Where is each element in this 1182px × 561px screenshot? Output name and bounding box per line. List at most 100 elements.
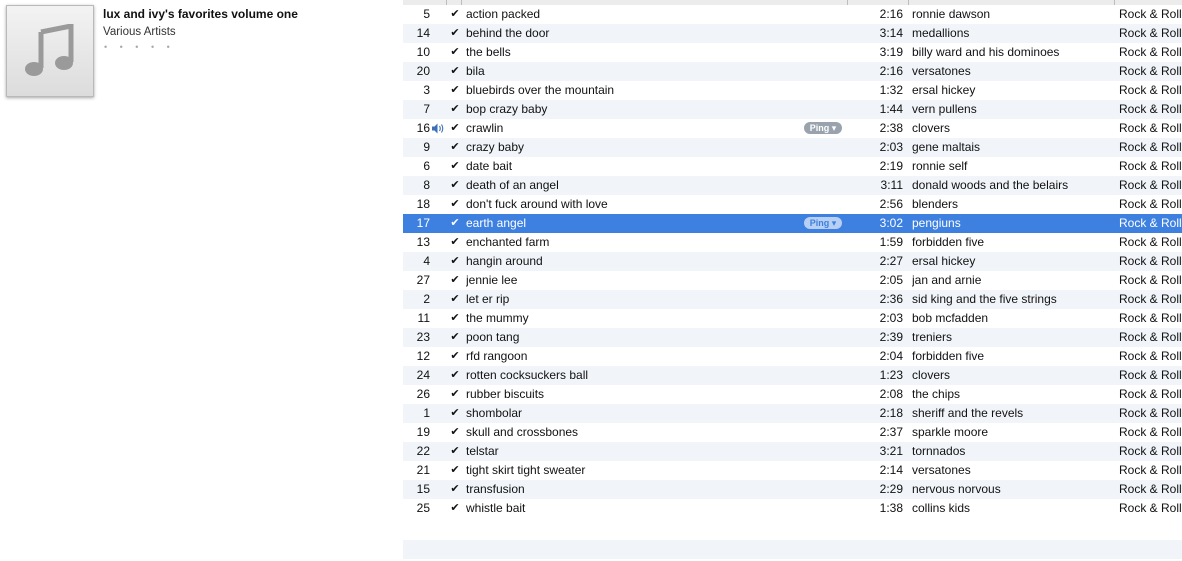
track-name: transfusion <box>466 482 525 496</box>
track-number: 7 <box>423 102 430 116</box>
track-checkbox[interactable]: ✔ <box>449 366 461 385</box>
album-info-pane: lux and ivy's favorites volume one Vario… <box>0 0 403 561</box>
track-checkbox[interactable]: ✔ <box>449 195 461 214</box>
track-number: 10 <box>416 45 430 59</box>
track-artist: vern pullens <box>912 102 977 116</box>
track-row[interactable]: 11 ✔ the mummy 2:03 bob mcfadden Rock & Roll <box>403 309 1182 328</box>
album-artist[interactable]: Various Artists <box>103 26 176 38</box>
track-artist: clovers <box>912 121 951 135</box>
track-genre: Rock & Roll <box>1119 425 1182 439</box>
track-name: whistle bait <box>466 501 526 515</box>
track-row[interactable]: 19 ✔ skull and crossbones 2:37 sparkle moore… <box>403 423 1182 442</box>
track-checkbox[interactable]: ✔ <box>449 81 461 100</box>
track-checkbox[interactable]: ✔ <box>449 499 461 518</box>
track-row[interactable]: 14 ✔ behind the door 3:14 medallions Rock & R… <box>403 24 1182 43</box>
track-checkbox[interactable]: ✔ <box>449 100 461 119</box>
track-checkbox[interactable]: ✔ <box>449 347 461 366</box>
track-genre: Rock & Roll <box>1119 45 1182 59</box>
track-number: 8 <box>423 178 430 192</box>
track-time: 1:32 <box>879 83 903 97</box>
track-name: shombolar <box>466 406 523 420</box>
track-row[interactable]: 15 ✔ transfusion 2:29 nervous norvous Rock & … <box>403 480 1182 499</box>
track-row[interactable]: 17 ✔ earth angel Ping ▾ 3:02 pengiuns Rock & R… <box>403 214 1182 233</box>
track-row[interactable]: 25 ✔ whistle bait 1:38 collins kids Rock & Ro… <box>403 499 1182 518</box>
track-row[interactable]: 24 ✔ rotten cocksuckers ball 1:23 clovers Roc… <box>403 366 1182 385</box>
track-name: poon tang <box>466 330 520 344</box>
track-time: 3:11 <box>880 178 903 192</box>
track-checkbox[interactable]: ✔ <box>449 271 461 290</box>
track-row[interactable]: 2 ✔ let er rip 2:36 sid king and the five st… <box>403 290 1182 309</box>
track-time: 2:03 <box>879 311 903 325</box>
track-name: bop crazy baby <box>466 102 548 116</box>
track-time: 2:08 <box>879 387 903 401</box>
track-time: 2:16 <box>879 7 903 21</box>
track-row[interactable]: 26 ✔ rubber biscuits 2:08 the chips Rock & Ro… <box>403 385 1182 404</box>
track-row[interactable]: 13 ✔ enchanted farm 1:59 forbidden five Rock … <box>403 233 1182 252</box>
track-number: 20 <box>416 64 430 78</box>
track-checkbox[interactable]: ✔ <box>449 480 461 499</box>
track-number: 14 <box>416 26 430 40</box>
track-genre: Rock & Roll <box>1119 26 1182 40</box>
track-number: 5 <box>423 7 430 21</box>
track-row[interactable]: 21 ✔ tight skirt tight sweater 2:14 versaton… <box>403 461 1182 480</box>
track-row[interactable]: 12 ✔ rfd rangoon 2:04 forbidden five Rock & R… <box>403 347 1182 366</box>
track-genre: Rock & Roll <box>1119 463 1182 477</box>
track-genre: Rock & Roll <box>1119 64 1182 78</box>
album-artwork[interactable] <box>6 5 94 97</box>
track-genre: Rock & Roll <box>1119 311 1182 325</box>
ping-button[interactable]: Ping ▾ <box>804 122 842 134</box>
track-checkbox[interactable]: ✔ <box>449 5 461 24</box>
track-checkbox[interactable]: ✔ <box>449 157 461 176</box>
track-row[interactable]: 27 ✔ jennie lee 2:05 jan and arnie Rock & Rol… <box>403 271 1182 290</box>
track-checkbox[interactable]: ✔ <box>449 423 461 442</box>
track-checkbox[interactable]: ✔ <box>449 119 461 138</box>
track-row[interactable]: 23 ✔ poon tang 2:39 treniers Rock & Roll <box>403 328 1182 347</box>
track-name: death of an angel <box>466 178 559 192</box>
track-checkbox[interactable]: ✔ <box>449 461 461 480</box>
album-rating[interactable]: • • • • • <box>104 42 175 52</box>
track-name: rfd rangoon <box>466 349 528 363</box>
ping-button[interactable]: Ping ▾ <box>804 217 842 229</box>
track-checkbox[interactable]: ✔ <box>449 290 461 309</box>
track-row[interactable]: 9 ✔ crazy baby 2:03 gene maltais Rock & Roll <box>403 138 1182 157</box>
track-row[interactable]: 20 ✔ bila 2:16 versatones Rock & Roll <box>403 62 1182 81</box>
track-name: date bait <box>466 159 513 173</box>
track-time: 2:16 <box>879 64 903 78</box>
track-number: 18 <box>416 197 430 211</box>
track-row[interactable]: 7 ✔ bop crazy baby 1:44 vern pullens Rock & R… <box>403 100 1182 119</box>
track-checkbox[interactable]: ✔ <box>449 62 461 81</box>
track-row[interactable]: 18 ✔ don't fuck around with love 2:56 blende… <box>403 195 1182 214</box>
track-checkbox[interactable]: ✔ <box>449 252 461 271</box>
track-row[interactable]: 5 ✔ action packed 2:16 ronnie dawson Rock & R… <box>403 5 1182 24</box>
track-checkbox[interactable]: ✔ <box>449 442 461 461</box>
track-checkbox[interactable]: ✔ <box>449 214 461 233</box>
track-checkbox[interactable]: ✔ <box>449 233 461 252</box>
track-checkbox[interactable]: ✔ <box>449 176 461 195</box>
track-row[interactable]: 1 ✔ shombolar 2:18 sheriff and the revels Roc… <box>403 404 1182 423</box>
track-row[interactable]: 10 ✔ the bells 3:19 billy ward and his domin… <box>403 43 1182 62</box>
track-genre: Rock & Roll <box>1119 387 1182 401</box>
track-artist: billy ward and his dominoes <box>912 45 1060 59</box>
track-checkbox[interactable]: ✔ <box>449 43 461 62</box>
track-checkbox[interactable]: ✔ <box>449 328 461 347</box>
track-genre: Rock & Roll <box>1119 254 1182 268</box>
track-name: rubber biscuits <box>466 387 545 401</box>
track-artist: the chips <box>912 387 961 401</box>
track-row[interactable]: 22 ✔ telstar 3:21 tornnados Rock & Roll <box>403 442 1182 461</box>
track-checkbox[interactable]: ✔ <box>449 309 461 328</box>
track-row[interactable]: 16 ✔ crawlin Ping ▾ 2:38 clovers Rock & Roll <box>403 119 1182 138</box>
track-row[interactable]: 6 ✔ date bait 2:19 ronnie self Rock & Roll <box>403 157 1182 176</box>
track-name: jennie lee <box>466 273 518 287</box>
track-name: bila <box>466 64 485 78</box>
track-row[interactable]: 3 ✔ bluebirds over the mountain 1:32 ersal h… <box>403 81 1182 100</box>
track-checkbox[interactable]: ✔ <box>449 404 461 423</box>
track-checkbox[interactable]: ✔ <box>449 138 461 157</box>
track-artist: collins kids <box>912 501 971 515</box>
track-row[interactable]: 4 ✔ hangin around 2:27 ersal hickey Rock & Ro… <box>403 252 1182 271</box>
track-checkbox[interactable]: ✔ <box>449 24 461 43</box>
track-number: 1 <box>423 406 430 420</box>
track-number: 13 <box>416 235 430 249</box>
track-checkbox[interactable]: ✔ <box>449 385 461 404</box>
track-row[interactable]: 8 ✔ death of an angel 3:11 donald woods and … <box>403 176 1182 195</box>
track-artist: nervous norvous <box>912 482 1001 496</box>
